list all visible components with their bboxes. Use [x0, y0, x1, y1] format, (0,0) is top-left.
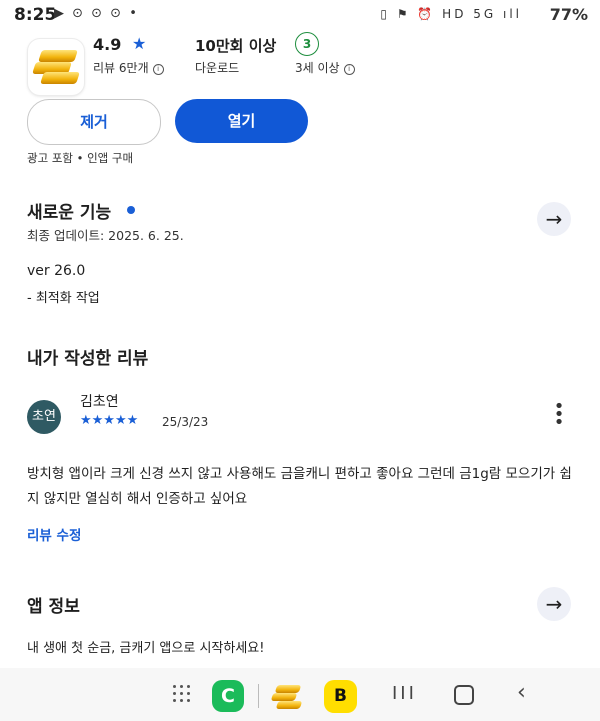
info-icon: i [152, 64, 164, 75]
dock-app-b-icon[interactable]: B [324, 680, 357, 713]
edit-review-link[interactable]: 리뷰 수정 [27, 524, 81, 544]
more-options-icon[interactable]: • • • [552, 398, 566, 432]
age-rating-label: 3세 이상 [295, 61, 340, 75]
review-stars: ★★★★★ [80, 413, 139, 428]
open-button[interactable]: 열기 [175, 99, 308, 143]
version-text: ver 26.0 [27, 263, 86, 279]
whats-new-arrow-icon[interactable]: → [537, 202, 571, 236]
dock-gold-app-icon[interactable] [270, 680, 304, 712]
my-review-title: 내가 작성한 리뷰 [27, 349, 149, 369]
back-icon[interactable]: ‹ [517, 680, 526, 705]
gold-bars-app-icon [28, 39, 84, 95]
battery-level: 77% [549, 5, 588, 24]
ads-iap-note: 광고 포함 • 인앱 구매 [27, 151, 134, 165]
age-rating[interactable]: 3세 이상 i [295, 59, 355, 76]
app-info-title: 앱 정보 [27, 597, 80, 617]
review-author: 김초연 [80, 394, 119, 410]
downloads-label: 다운로드 [195, 61, 240, 75]
new-indicator-dot [127, 206, 135, 214]
reviews-count-label: 리뷰 6만개 [93, 61, 149, 75]
dock-app-c-icon[interactable]: C [212, 680, 244, 712]
home-icon[interactable] [454, 685, 474, 705]
app-tagline: 내 생애 첫 순금, 금캐기 앱으로 시작하세요! [27, 641, 265, 656]
review-date: 25/3/23 [162, 415, 209, 429]
downloads-value: 10만회 이상 [195, 37, 277, 55]
status-bar: 8:25 ▶ ⊙ ⊙ ⊙ • ▯ ⚑ ⏰ HD 5G ıll 77% [0, 0, 600, 32]
uninstall-button[interactable]: 제거 [27, 99, 161, 145]
dock-divider [258, 684, 259, 708]
last-updated: 최종 업데이트: 2025. 6. 25. [27, 228, 184, 243]
reviews-count[interactable]: 리뷰 6만개 i [93, 59, 164, 76]
status-time: 8:25 [14, 5, 57, 25]
age-rating-badge: 3 [295, 32, 319, 56]
notification-icons: ▶ ⊙ ⊙ ⊙ • [54, 6, 139, 21]
review-text: 방치형 앱이라 크게 신경 쓰지 않고 사용해도 금을캐니 편하고 좋아요 그런… [27, 466, 572, 507]
avatar: 초연 [27, 400, 61, 434]
system-status-icons: ▯ ⚑ ⏰ HD 5G ıll [380, 7, 522, 21]
info-icon: i [343, 64, 355, 75]
whats-new-title: 새로운 기능 [27, 203, 112, 223]
version-note: - 최적화 작업 [27, 291, 100, 306]
rating-value: 4.9 [93, 35, 122, 54]
star-icon: ★ [132, 34, 147, 53]
recent-apps-icon[interactable]: III [392, 683, 417, 704]
app-info-arrow-icon[interactable]: → [537, 587, 571, 621]
app-drawer-icon[interactable] [172, 684, 192, 704]
